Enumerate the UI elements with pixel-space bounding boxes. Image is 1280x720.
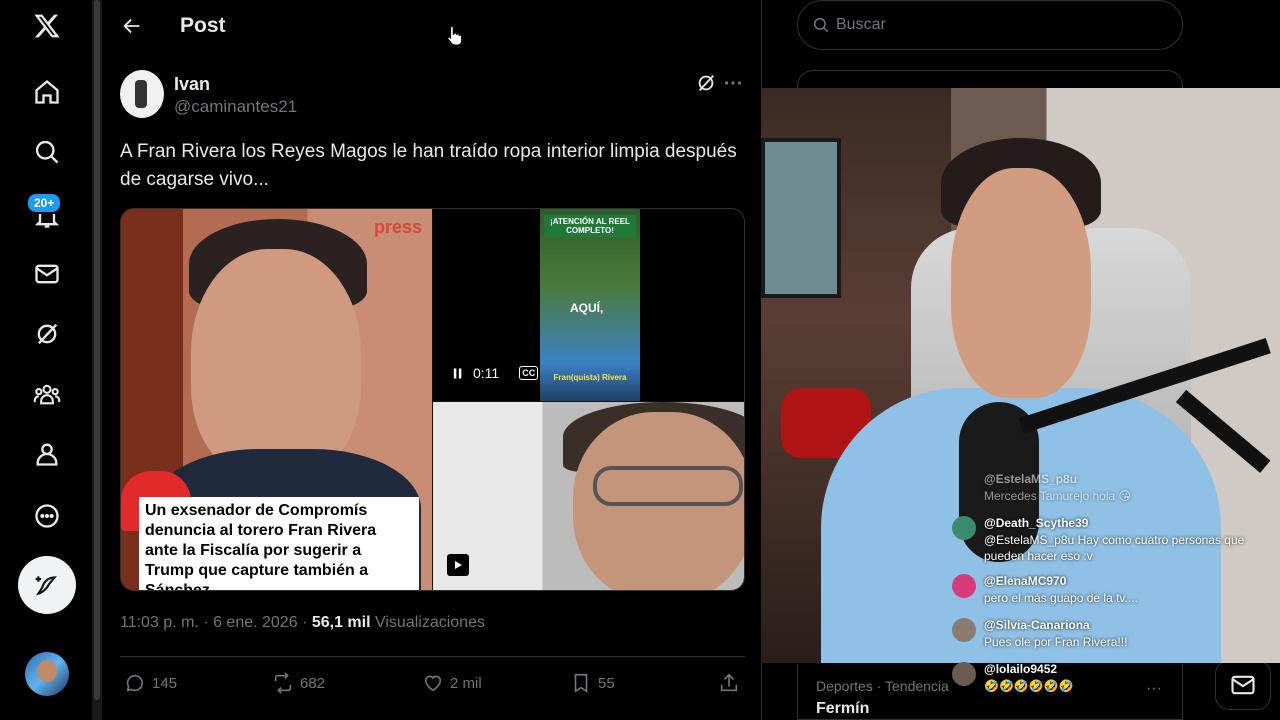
post-actions: 145 682 2 mil 55 <box>122 672 742 702</box>
grok-explain-icon[interactable] <box>695 72 717 99</box>
trend-category: Deportes · Tendencia <box>816 678 949 694</box>
divider <box>120 656 745 657</box>
chat-username: @Silvia-Canariona <box>984 618 1090 632</box>
trend-name: Fermín <box>816 700 870 717</box>
heart-icon <box>424 675 442 692</box>
video-mid-text: AQUÍ, <box>570 301 604 315</box>
chat-text: pero el más guapo de la tv.... <box>984 591 1138 605</box>
author-name[interactable]: Ivan <box>174 74 297 95</box>
video-timestamp: 0:11 <box>473 365 500 381</box>
media-video-1[interactable]: ¡ATENCIÓN AL REEL COMPLETO! AQUÍ, Fran(q… <box>433 209 744 401</box>
post-text: A Fran Rivera los Reyes Magos le han tra… <box>120 141 737 190</box>
account-avatar[interactable] <box>25 652 69 696</box>
closed-captions-button[interactable]: CC <box>519 366 539 380</box>
video-frame: ¡ATENCIÓN AL REEL COMPLETO! AQUÍ, Fran(q… <box>540 209 640 401</box>
pause-icon[interactable] <box>453 367 463 380</box>
left-nav: 20+ <box>0 0 92 720</box>
main-column: Post Ivan @caminantes21 A Fran Rivera lo… <box>102 0 762 720</box>
reply-count: 145 <box>152 674 178 692</box>
reply-button[interactable]: 145 <box>124 672 177 694</box>
chat-text: 🤣🤣🤣🤣🤣🤣 <box>984 679 1074 693</box>
chat-username: @ElenaMC970 <box>984 574 1067 588</box>
share-button[interactable] <box>718 672 740 694</box>
post-timestamp[interactable]: 11:03 p. m. · 6 ene. 2026 · <box>120 614 312 631</box>
media-video-2[interactable] <box>433 402 744 590</box>
scrollbar-thumb[interactable] <box>94 0 100 700</box>
chat-avatar <box>952 618 976 642</box>
views-count: 56,1 mil <box>311 614 371 631</box>
bookmark-icon <box>574 673 588 693</box>
chat-username: @lolailo9452 <box>984 662 1058 676</box>
chat-username: @EstelaMS_p8u <box>984 472 1078 486</box>
chat-avatar <box>952 662 976 686</box>
chat-avatar <box>952 574 976 598</box>
back-arrow-icon[interactable] <box>114 8 150 44</box>
like-button[interactable]: 2 mil <box>422 672 482 694</box>
author-avatar[interactable] <box>120 70 164 118</box>
media-image-1[interactable]: press Un exsenador de Compromís denuncia… <box>121 209 432 590</box>
streamer-face <box>951 168 1091 398</box>
post-author[interactable]: Ivan @caminantes21 <box>120 70 297 118</box>
chat-avatar <box>952 516 976 540</box>
chat-text: Pues ole por Fran Rivera!!! <box>984 635 1128 649</box>
more-options-icon[interactable] <box>29 498 65 534</box>
repost-icon <box>274 672 292 694</box>
search-icon <box>813 17 829 33</box>
chat-text: Mercedes Tamurejo hola 😘 <box>984 489 1132 503</box>
home-icon[interactable] <box>29 74 65 110</box>
search-box[interactable] <box>797 0 1183 50</box>
hand-cursor-icon <box>444 24 464 53</box>
post-header: Post <box>102 0 761 52</box>
bookmark-count: 55 <box>598 674 615 692</box>
post-more-icon[interactable] <box>722 72 744 99</box>
search-icon[interactable] <box>29 134 65 170</box>
communities-icon[interactable] <box>29 376 65 412</box>
page-title: Post <box>180 14 226 37</box>
search-input[interactable] <box>836 16 1136 34</box>
repost-button[interactable]: 682 <box>272 672 325 694</box>
like-count: 2 mil <box>450 674 482 692</box>
video-bottom-text: Fran(quista) Rivera <box>553 373 627 382</box>
chat-text: @EstelaMS_p8u Hay como cuatro personas q… <box>984 533 1245 563</box>
grok-icon[interactable] <box>29 316 65 352</box>
reply-icon <box>126 674 144 692</box>
views-label: Visualizaciones <box>370 614 485 631</box>
author-handle[interactable]: @caminantes21 <box>174 97 297 117</box>
chat-username: @Death_Scythe39 <box>984 516 1089 530</box>
notifications-badge: 20+ <box>26 192 63 214</box>
video-controls: 0:11 CC <box>453 365 539 381</box>
background-monitor <box>761 138 841 298</box>
compose-post-button[interactable] <box>18 556 76 614</box>
post-media-grid[interactable]: press Un exsenador de Compromís denuncia… <box>120 208 745 591</box>
play-icon[interactable] <box>447 554 469 576</box>
profile-icon[interactable] <box>29 436 65 472</box>
bookmark-button[interactable]: 55 <box>570 672 615 694</box>
repost-count: 682 <box>300 674 326 692</box>
x-logo-icon[interactable] <box>29 8 65 44</box>
press-label: press <box>373 217 422 237</box>
post-meta: 11:03 p. m. · 6 ene. 2026 · 56,1 mil Vis… <box>120 614 485 632</box>
messages-icon[interactable] <box>29 256 65 292</box>
video-top-text: ¡ATENCIÓN AL REEL COMPLETO! <box>544 215 636 237</box>
news-caption: Un exsenador de Compromís denuncia al to… <box>139 497 419 590</box>
share-icon <box>720 673 738 692</box>
